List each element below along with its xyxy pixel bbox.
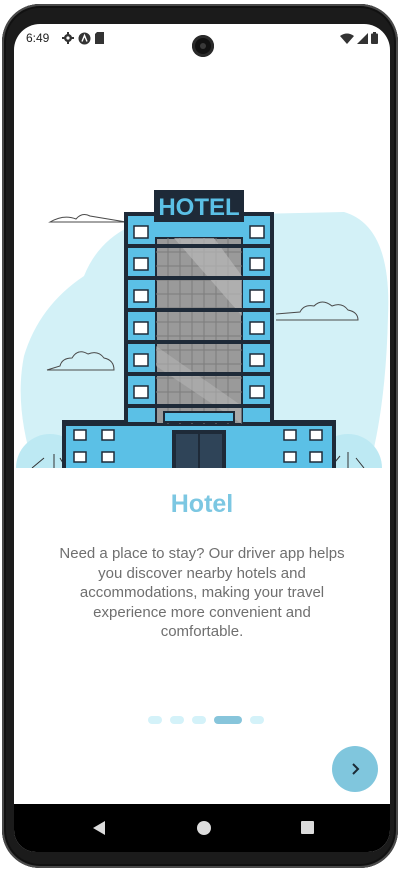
home-icon[interactable] [197, 821, 211, 835]
front-camera [192, 35, 214, 57]
next-button[interactable] [332, 746, 378, 792]
status-icons-left [62, 32, 105, 45]
chevron-right-icon [352, 763, 360, 775]
battery-icon [371, 32, 378, 44]
device-frame: 6:49 HOTEL Hotel Need a place to stay? O… [2, 4, 398, 868]
sd-card-icon [95, 32, 104, 44]
status-icons-right [340, 32, 378, 44]
gear-icon [62, 32, 74, 44]
hotel-sign: HOTEL [158, 194, 239, 221]
status-time: 6:49 [26, 31, 50, 45]
page-dot[interactable] [250, 716, 264, 724]
page-dot-active[interactable] [214, 716, 242, 724]
page-dot[interactable] [170, 716, 184, 724]
hotel-illustration: HOTEL [16, 190, 389, 468]
page-indicator [148, 716, 264, 724]
app-icon [78, 32, 91, 45]
signal-icon [357, 32, 368, 44]
page-dot[interactable] [192, 716, 206, 724]
back-icon[interactable] [92, 820, 106, 836]
wifi-icon [340, 33, 354, 44]
page-dot[interactable] [148, 716, 162, 724]
slide-description: Need a place to stay? Our driver app hel… [59, 545, 345, 640]
screen: 6:49 HOTEL Hotel Need a place to stay? O… [14, 24, 390, 852]
recents-icon[interactable] [301, 821, 314, 834]
navigation-bar [14, 804, 390, 852]
slide-title: Hotel [170, 490, 234, 518]
status-bar: 6:49 [14, 24, 390, 57]
